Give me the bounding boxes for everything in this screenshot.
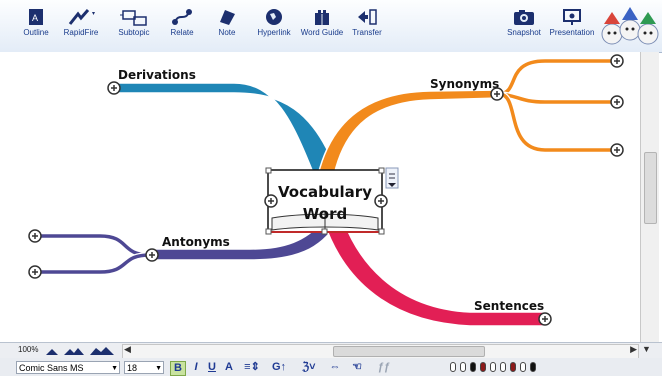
rapidfire-label: RapidFire [63, 28, 99, 37]
snapshot-label: Snapshot [507, 28, 541, 37]
camera-icon [514, 10, 534, 25]
subtopic-label: Subtopic [118, 28, 150, 37]
arrows-icon[interactable]: ⇔ [326, 361, 344, 374]
outline-icon: A [29, 9, 43, 25]
resize-handle[interactable] [265, 228, 272, 235]
horizontal-scroll-thumb[interactable] [333, 346, 485, 357]
color-swatch-dark-red[interactable] [480, 362, 486, 372]
relate-icon [172, 9, 192, 25]
hyperlink-button[interactable]: Hyperlink [254, 2, 294, 50]
svg-text:A: A [32, 13, 38, 23]
color-swatch-dark-red[interactable] [510, 362, 516, 372]
align-icon[interactable]: ≡⇕ [240, 361, 264, 374]
expand-antonym-2-icon[interactable] [28, 265, 42, 279]
font-size-select[interactable]: 18 ▼ [124, 361, 164, 374]
globe-icon [266, 9, 282, 25]
expand-sentences-icon[interactable] [538, 312, 552, 326]
expand-derivations-icon[interactable] [107, 81, 121, 95]
rapidfire-icon [68, 9, 95, 25]
expand-antonyms-icon[interactable] [145, 248, 159, 262]
outline-label: Outline [23, 28, 49, 37]
resize-handle[interactable] [378, 228, 385, 235]
synonyms-label[interactable]: Synonyms [430, 77, 499, 91]
scroll-left-icon[interactable]: ◀ [124, 344, 131, 355]
shape-icon[interactable]: ƒƒ [368, 361, 400, 374]
outline-button[interactable]: A Outline [16, 2, 56, 50]
presentation-button[interactable]: Presentation [546, 2, 598, 50]
rapidfire-button[interactable]: RapidFire [58, 2, 104, 50]
central-topic[interactable]: Vocabulary Word [267, 169, 383, 233]
zoom-mountains-icon[interactable] [46, 346, 118, 356]
add-topic-right-icon[interactable] [374, 194, 388, 208]
horizontal-scrollbar[interactable]: ◀ ▶ [122, 344, 639, 359]
note-button[interactable]: Note [212, 2, 242, 50]
presentation-label: Presentation [549, 28, 595, 37]
derivations-label[interactable]: Derivations [118, 68, 196, 82]
subtopic-icon [120, 10, 147, 26]
note-link-icon[interactable] [385, 167, 399, 189]
italic-button[interactable]: I [190, 361, 202, 374]
resize-handle[interactable] [378, 167, 385, 174]
bold-button[interactable]: B [170, 361, 186, 376]
resize-handle[interactable] [321, 228, 328, 235]
relate-button[interactable]: Relate [164, 2, 200, 50]
text-color-button[interactable]: A [222, 361, 236, 374]
font-family-select[interactable]: Comic Sans MS ▼ [16, 361, 120, 374]
transfer-icon [358, 9, 377, 25]
scroll-right-icon[interactable]: ▶ [630, 344, 637, 355]
scroll-down-icon[interactable]: ▼ [642, 344, 651, 354]
mind-map-diagram: Vocabulary Word Derivations Synonyms Ant… [28, 54, 624, 327]
color-swatch-white[interactable] [450, 362, 456, 372]
transfer-label: Transfer [352, 28, 382, 37]
expand-synonyms-icon[interactable] [490, 87, 504, 101]
expand-antonym-1-icon[interactable] [28, 229, 42, 243]
central-topic-line2: Word [303, 205, 347, 223]
font-style-icon[interactable]: G↑ [268, 361, 290, 374]
hyperlink-label: Hyperlink [257, 28, 291, 37]
color-swatch-white[interactable] [500, 362, 506, 372]
mind-map-canvas[interactable]: Vocabulary Word Derivations Synonyms Ant… [0, 52, 640, 342]
snapshot-button[interactable]: Snapshot [504, 2, 544, 50]
chevron-down-icon: ▼ [111, 365, 118, 372]
color-swatch-black[interactable] [470, 362, 476, 372]
underline-button[interactable]: U [206, 361, 218, 374]
word-guide-button[interactable]: Word Guide [297, 2, 347, 50]
synonyms-sub-branch-1 [499, 58, 615, 97]
central-topic-line1: Vocabulary [278, 183, 372, 201]
hand-icon[interactable]: ☜ [348, 361, 366, 374]
relate-label: Relate [170, 28, 194, 37]
transfer-button[interactable]: Transfer [349, 2, 385, 50]
expand-synonym-2-icon[interactable] [610, 95, 624, 109]
subtopic-button[interactable]: Subtopic [112, 2, 156, 50]
color-swatch-white[interactable] [460, 362, 466, 372]
link-style-icon[interactable]: ℨ˅ [296, 361, 322, 374]
main-toolbar: A Outline RapidFire Subtopic Relate Note… [0, 0, 662, 53]
derivations-branch[interactable] [114, 82, 340, 176]
expand-synonym-3-icon[interactable] [610, 143, 624, 157]
color-swatch-black[interactable] [530, 362, 536, 372]
presentation-icon [563, 9, 581, 25]
font-size-value: 18 [127, 363, 138, 373]
note-label: Note [218, 28, 236, 37]
antonyms-label[interactable]: Antonyms [162, 235, 230, 249]
format-toolbar: Comic Sans MS ▼ 18 ▼ B I U A ≡⇕ G↑ ℨ˅ ⇔ … [0, 358, 662, 376]
word-guide-icon [315, 10, 329, 25]
note-icon [220, 10, 235, 25]
vertical-scroll-thumb[interactable] [644, 152, 657, 224]
synonyms-branch[interactable] [317, 89, 501, 176]
status-bar: 100% ◀ ▶ ▼ [0, 342, 662, 359]
expand-synonym-1-icon[interactable] [610, 54, 624, 68]
word-guide-label: Word Guide [300, 28, 344, 37]
color-swatch-white[interactable] [520, 362, 526, 372]
zoom-level: 100% [18, 345, 39, 354]
vertical-scrollbar[interactable] [640, 52, 659, 342]
resize-handle[interactable] [265, 167, 272, 174]
sentences-label[interactable]: Sentences [474, 299, 544, 313]
color-swatch-white[interactable] [490, 362, 496, 372]
mascots-icon [601, 7, 659, 45]
chevron-down-icon: ▼ [155, 365, 162, 372]
add-topic-left-icon[interactable] [264, 194, 278, 208]
font-family-value: Comic Sans MS [19, 363, 84, 373]
